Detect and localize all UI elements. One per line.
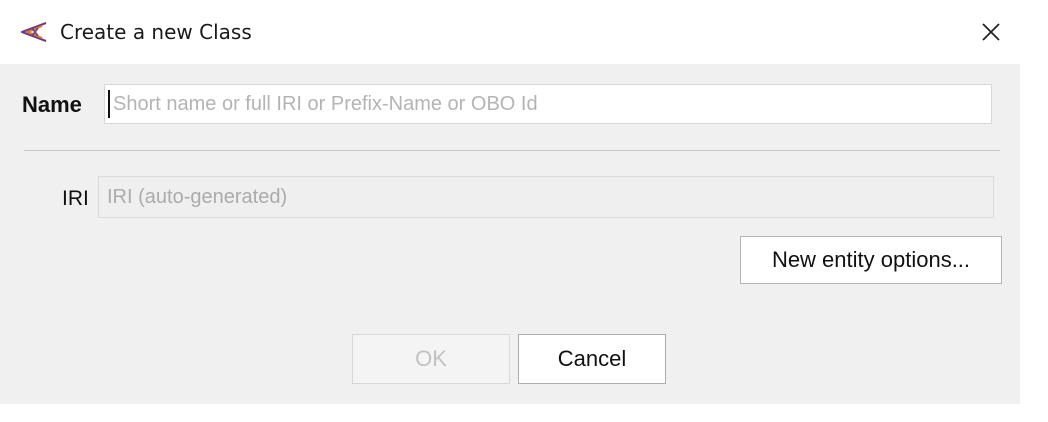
iri-label: IRI bbox=[62, 187, 89, 210]
close-button[interactable] bbox=[974, 16, 1008, 48]
iri-input bbox=[98, 176, 994, 218]
name-input[interactable] bbox=[104, 84, 992, 124]
ok-button[interactable]: OK bbox=[352, 334, 510, 384]
window-title: Create a new Class bbox=[60, 20, 252, 44]
new-entity-options-button[interactable]: New entity options... bbox=[740, 236, 1002, 284]
close-icon bbox=[982, 23, 1000, 41]
title-bar: Create a new Class bbox=[0, 0, 1048, 64]
name-label: Name bbox=[22, 92, 82, 117]
separator bbox=[24, 150, 1000, 151]
text-cursor bbox=[108, 90, 110, 118]
protege-icon bbox=[18, 20, 48, 44]
cancel-button[interactable]: Cancel bbox=[518, 334, 666, 384]
